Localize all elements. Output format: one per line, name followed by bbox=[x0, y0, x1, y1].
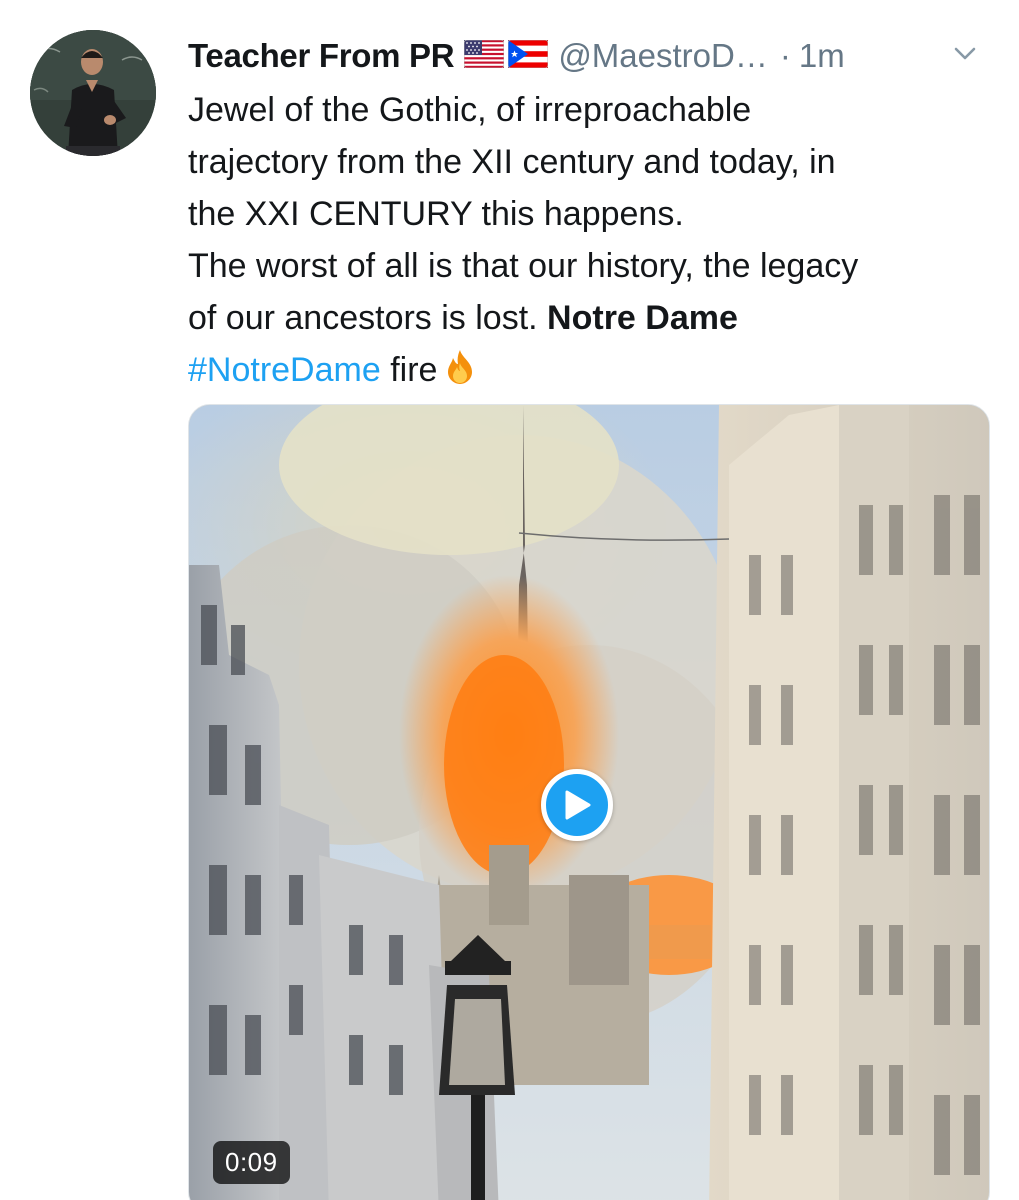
tweet-text-line: of our ancestors is lost. Notre Dame bbox=[188, 292, 998, 344]
avatar[interactable] bbox=[30, 30, 156, 156]
tweet-header: Teacher From PR @MaestroD… · 1m bbox=[188, 34, 999, 78]
tweet-text-line: the XXI CENTURY this happens. bbox=[188, 195, 684, 233]
tweet-text: Jewel of the Gothic, of irreproachable t… bbox=[188, 84, 998, 400]
us-flag-icon bbox=[463, 39, 505, 73]
chevron-down-icon[interactable] bbox=[951, 40, 979, 68]
timestamp[interactable]: 1m bbox=[799, 37, 845, 75]
tweet-card[interactable]: Teacher From PR @MaestroD… · 1m Jewel of… bbox=[0, 0, 1019, 1200]
tweet-text-segment: of our ancestors is lost. bbox=[188, 299, 548, 337]
tweet-text-line: The worst of all is that our history, th… bbox=[188, 247, 859, 285]
tweet-text-line: trajectory from the XII century and toda… bbox=[188, 143, 836, 181]
separator-dot: · bbox=[779, 37, 791, 74]
display-name[interactable]: Teacher From PR bbox=[188, 37, 455, 75]
handle[interactable]: @MaestroD… bbox=[558, 37, 768, 75]
tweet-text-line: Jewel of the Gothic, of irreproachable bbox=[188, 91, 752, 129]
bold-text: Notre Dame bbox=[547, 299, 738, 337]
tweet-text-line: #NotreDame fire bbox=[188, 344, 998, 400]
tweet-text-segment: fire bbox=[380, 351, 438, 389]
puerto-rico-flag-icon bbox=[507, 39, 549, 73]
play-icon[interactable] bbox=[541, 769, 613, 841]
fire-icon bbox=[445, 348, 475, 400]
hashtag-link[interactable]: #NotreDame bbox=[188, 351, 381, 389]
video-duration: 0:09 bbox=[213, 1141, 290, 1184]
video-player[interactable]: 0:09 bbox=[188, 404, 990, 1200]
